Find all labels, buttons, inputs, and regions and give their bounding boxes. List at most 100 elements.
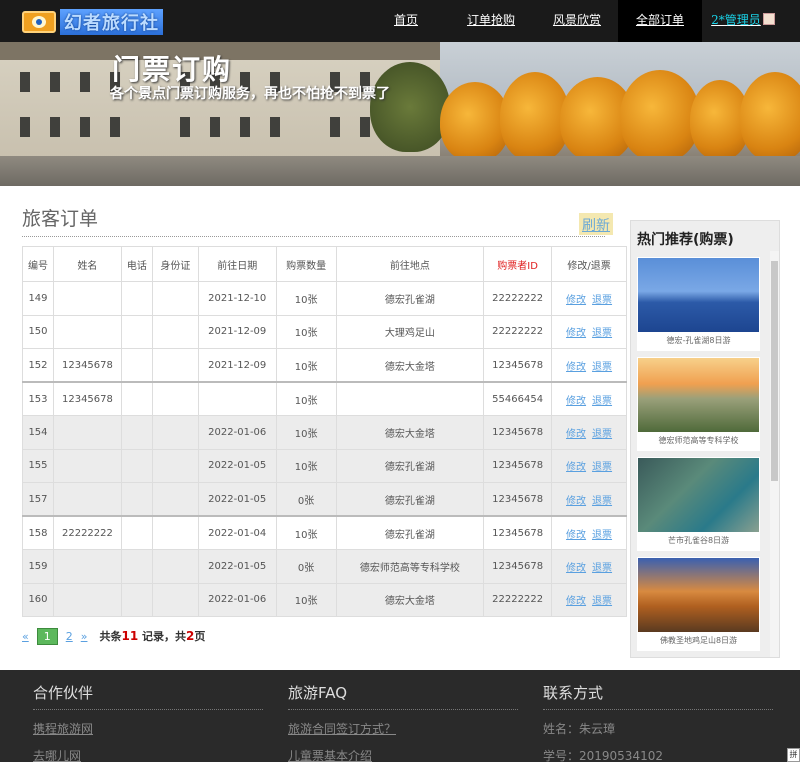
lake-photo	[638, 258, 759, 332]
cell-buyer-id: 22222222	[483, 582, 553, 617]
next-page-link[interactable]: »	[81, 630, 88, 643]
refresh-button[interactable]: 刷新	[579, 213, 613, 235]
cell-actions: 修改 退票	[551, 415, 627, 450]
ime-indicator-icon[interactable]: 拼	[787, 748, 800, 762]
nav-all-orders[interactable]: 全部订单	[618, 0, 702, 42]
cell-id: 152	[22, 348, 54, 383]
nav-home[interactable]: 首页	[368, 0, 444, 42]
table-row: 158 22222222 2022-01-04 10张 德宏孔雀湖 12345678 修改退…	[22, 515, 627, 550]
cell-idcard	[151, 281, 199, 316]
recommend-card[interactable]: 德宏-孔雀湖8日游	[637, 257, 760, 351]
faq-link[interactable]: 旅游合同签订方式？	[288, 720, 518, 737]
refund-link[interactable]: 退票	[592, 462, 612, 473]
contact-student-id: 学号：20190534102	[543, 749, 663, 762]
cell-date: 2022-01-04	[197, 515, 277, 550]
contact-name: 姓名：朱云璋	[543, 722, 616, 736]
sidebar-title: 热门推荐(购票)	[637, 232, 734, 248]
edit-link[interactable]: 修改	[566, 328, 586, 339]
recommend-card[interactable]: 芒市孔雀谷8日游	[637, 457, 760, 551]
cell-date: 2021-12-09	[197, 314, 277, 349]
nav-admin[interactable]: 2*管理员	[708, 0, 778, 42]
partner-link[interactable]: 携程旅游网	[33, 720, 263, 737]
refund-link[interactable]: 退票	[592, 362, 612, 373]
edit-link[interactable]: 修改	[566, 596, 586, 607]
recommend-card[interactable]: 德宏师范高等专科学校	[637, 357, 760, 451]
cell-id: 158	[22, 515, 54, 550]
avatar-icon	[762, 13, 775, 25]
edit-link[interactable]: 修改	[566, 563, 586, 574]
cell-name	[52, 314, 122, 349]
cell-phone	[120, 549, 153, 584]
cell-name: 12345678	[52, 348, 122, 383]
edit-link[interactable]: 修改	[566, 362, 586, 373]
cell-place: 德宏孔雀湖	[335, 482, 485, 517]
col-buyer-id: 购票者ID	[483, 246, 553, 282]
refund-link[interactable]: 退票	[592, 429, 612, 440]
page-1-link[interactable]: 1	[36, 627, 58, 645]
sidebar-scroll-thumb[interactable]	[771, 261, 778, 481]
peacock-photo	[638, 458, 759, 532]
cell-idcard	[151, 314, 199, 349]
edit-link[interactable]: 修改	[566, 295, 586, 306]
cell-phone	[120, 448, 153, 483]
cell-place: 德宏孔雀湖	[335, 515, 485, 550]
cell-idcard	[151, 582, 199, 617]
table-row: 150 2021-12-09 10张 大理鸡足山 22222222 修改 退票	[22, 314, 627, 349]
page-2-link[interactable]: 2	[66, 630, 73, 643]
cell-qty: 10张	[275, 314, 337, 349]
partner-link[interactable]: 去哪儿网	[33, 747, 263, 762]
cell-buyer-id: 12345678	[483, 415, 553, 450]
cell-qty: 10张	[275, 515, 337, 550]
edit-link[interactable]: 修改	[566, 462, 586, 473]
logo[interactable]: 幻者旅行社	[22, 9, 163, 35]
cell-actions: 修改 退票	[551, 348, 627, 383]
table-row: 154 2022-01-06 10张 德宏大金塔 12345678 修改 退票	[22, 415, 627, 450]
cell-buyer-id: 55466454	[483, 381, 553, 416]
cell-name	[52, 281, 122, 316]
cell-id: 157	[22, 482, 54, 517]
refund-link[interactable]: 退票	[592, 496, 612, 507]
table-header-row: 编号 姓名 电话 身份证 前往日期 购票数量 前往地点 购票者ID 修改/退票	[22, 246, 627, 282]
cell-place: 德宏大金塔	[335, 348, 485, 383]
edit-link[interactable]: 修改	[566, 496, 586, 507]
summary-suffix: 页	[194, 630, 206, 643]
page-title: 旅客订单	[22, 208, 99, 230]
refund-link[interactable]: 退票	[592, 563, 612, 574]
faq-link[interactable]: 儿童票基本介绍	[288, 747, 518, 762]
cell-idcard	[151, 348, 199, 383]
refund-link[interactable]: 退票	[592, 396, 612, 407]
col-name: 姓名	[52, 246, 122, 282]
cell-idcard	[151, 448, 199, 483]
cell-qty: 10张	[275, 348, 337, 383]
refund-link[interactable]: 退票	[592, 295, 612, 306]
cell-actions: 修改 退票	[551, 381, 627, 416]
edit-link[interactable]: 修改	[566, 429, 586, 440]
nav-scenery[interactable]: 风景欣赏	[538, 0, 616, 42]
prev-page-link[interactable]: «	[22, 630, 29, 643]
cell-date: 2022-01-05	[197, 448, 277, 483]
nav-order-rush[interactable]: 订单抢购	[452, 0, 530, 42]
cell-place: 德宏孔雀湖	[335, 448, 485, 483]
col-idcard: 身份证	[151, 246, 199, 282]
edit-link[interactable]: 修改	[566, 396, 586, 407]
cell-date: 2021-12-09	[197, 348, 277, 383]
logo-text: 幻者旅行社	[60, 9, 163, 35]
refund-link[interactable]: 退票	[592, 328, 612, 339]
col-qty: 购票数量	[275, 246, 337, 282]
cell-idcard	[151, 482, 199, 517]
footer-faq: 旅游FAQ 旅游合同签订方式？ 儿童票基本介绍	[288, 682, 518, 762]
pager-summary: 共条11 记录，共2页	[99, 628, 205, 644]
cell-phone	[120, 582, 153, 617]
edit-link[interactable]: 修改	[566, 530, 586, 541]
cell-buyer-id: 12345678	[483, 482, 553, 517]
cell-id: 159	[22, 549, 54, 584]
recommend-card[interactable]: 佛教圣地鸡足山8日游	[637, 557, 760, 651]
cell-date: 2022-01-05	[197, 482, 277, 517]
card-caption: 德宏-孔雀湖8日游	[666, 336, 731, 345]
col-actions: 修改/退票	[551, 246, 627, 282]
cell-date	[197, 381, 277, 416]
summary-prefix: 共条	[99, 630, 122, 643]
refund-link[interactable]: 退票	[592, 530, 612, 541]
refund-link[interactable]: 退票	[592, 596, 612, 607]
card-caption: 佛教圣地鸡足山8日游	[659, 636, 738, 645]
